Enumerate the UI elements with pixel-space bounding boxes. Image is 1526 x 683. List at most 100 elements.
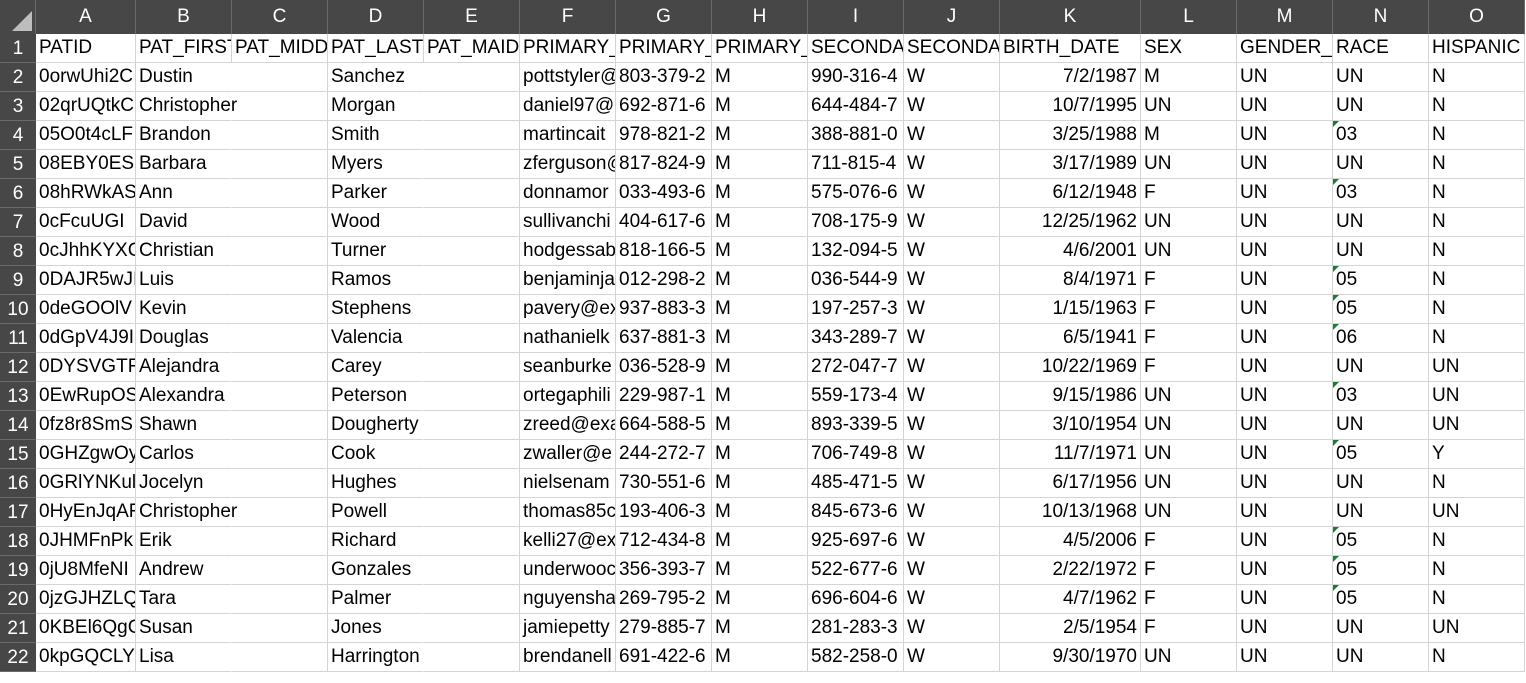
- cell-e19[interactable]: [424, 556, 520, 585]
- cell-e6[interactable]: [424, 179, 520, 208]
- cell-n4[interactable]: 03: [1333, 121, 1429, 150]
- cell-f11[interactable]: nathanielk: [520, 324, 616, 353]
- cell-j18[interactable]: W: [904, 527, 1000, 556]
- cell-k8[interactable]: 4/6/2001: [1000, 237, 1141, 266]
- cell-o15[interactable]: Y: [1429, 440, 1525, 469]
- column-header-c[interactable]: C: [232, 0, 328, 34]
- cell-e20[interactable]: [424, 585, 520, 614]
- cell-k14[interactable]: 3/10/1954: [1000, 411, 1141, 440]
- cell-l15[interactable]: UN: [1141, 440, 1237, 469]
- cell-e18[interactable]: [424, 527, 520, 556]
- cell-e14[interactable]: [424, 411, 520, 440]
- cell-h16[interactable]: M: [712, 469, 808, 498]
- row-header-20[interactable]: 20: [0, 585, 36, 614]
- cell-o7[interactable]: N: [1429, 208, 1525, 237]
- cell-i14[interactable]: 893-339-5: [808, 411, 904, 440]
- cell-m2[interactable]: UN: [1237, 63, 1333, 92]
- header-cell-k[interactable]: BIRTH_DATE: [1000, 34, 1141, 63]
- cell-l20[interactable]: F: [1141, 585, 1237, 614]
- cell-c8[interactable]: [232, 237, 328, 266]
- cell-f7[interactable]: sullivanchi: [520, 208, 616, 237]
- cell-l9[interactable]: F: [1141, 266, 1237, 295]
- cell-b22[interactable]: Lisa: [136, 643, 232, 672]
- cell-l8[interactable]: UN: [1141, 237, 1237, 266]
- cell-m9[interactable]: UN: [1237, 266, 1333, 295]
- cell-d20[interactable]: Palmer: [328, 585, 424, 614]
- cell-d22[interactable]: Harrington: [328, 643, 424, 672]
- header-cell-m[interactable]: GENDER_I: [1237, 34, 1333, 63]
- cell-g2[interactable]: 803-379-2: [616, 63, 712, 92]
- cell-m22[interactable]: UN: [1237, 643, 1333, 672]
- cell-f9[interactable]: benjaminja: [520, 266, 616, 295]
- column-header-d[interactable]: D: [328, 0, 424, 34]
- cell-n8[interactable]: UN: [1333, 237, 1429, 266]
- cell-c22[interactable]: [232, 643, 328, 672]
- cell-f4[interactable]: martincait: [520, 121, 616, 150]
- cell-k2[interactable]: 7/2/1987: [1000, 63, 1141, 92]
- cell-j7[interactable]: W: [904, 208, 1000, 237]
- select-all-corner[interactable]: [0, 0, 36, 34]
- cell-n3[interactable]: UN: [1333, 92, 1429, 121]
- cell-m13[interactable]: UN: [1237, 382, 1333, 411]
- cell-j19[interactable]: W: [904, 556, 1000, 585]
- cell-j6[interactable]: W: [904, 179, 1000, 208]
- cell-i19[interactable]: 522-677-6: [808, 556, 904, 585]
- cell-m7[interactable]: UN: [1237, 208, 1333, 237]
- cell-l16[interactable]: UN: [1141, 469, 1237, 498]
- cell-i20[interactable]: 696-604-6: [808, 585, 904, 614]
- cell-e16[interactable]: [424, 469, 520, 498]
- cell-i15[interactable]: 706-749-8: [808, 440, 904, 469]
- cell-b17[interactable]: Christopher: [136, 498, 237, 527]
- cell-k20[interactable]: 4/7/1962: [1000, 585, 1141, 614]
- cell-f8[interactable]: hodgessab: [520, 237, 616, 266]
- cell-f13[interactable]: ortegaphili: [520, 382, 616, 411]
- cell-h6[interactable]: M: [712, 179, 808, 208]
- cell-g7[interactable]: 404-617-6: [616, 208, 712, 237]
- header-cell-h[interactable]: PRIMARY_: [712, 34, 808, 63]
- header-cell-c[interactable]: PAT_MIDD: [232, 34, 328, 63]
- column-header-o[interactable]: O: [1429, 0, 1525, 34]
- cell-c5[interactable]: [232, 150, 328, 179]
- row-header-7[interactable]: 7: [0, 208, 36, 237]
- cell-k16[interactable]: 6/17/1956: [1000, 469, 1141, 498]
- row-header-17[interactable]: 17: [0, 498, 36, 527]
- row-header-11[interactable]: 11: [0, 324, 36, 353]
- cell-g16[interactable]: 730-551-6: [616, 469, 712, 498]
- column-header-a[interactable]: A: [36, 0, 136, 34]
- cell-l13[interactable]: UN: [1141, 382, 1237, 411]
- cell-c21[interactable]: [232, 614, 328, 643]
- row-header-8[interactable]: 8: [0, 237, 36, 266]
- row-header-10[interactable]: 10: [0, 295, 36, 324]
- column-header-h[interactable]: H: [712, 0, 808, 34]
- cell-h20[interactable]: M: [712, 585, 808, 614]
- cell-h14[interactable]: M: [712, 411, 808, 440]
- cell-f22[interactable]: brendanell: [520, 643, 616, 672]
- cell-g6[interactable]: 033-493-6: [616, 179, 712, 208]
- cell-j13[interactable]: W: [904, 382, 1000, 411]
- cell-k15[interactable]: 11/7/1971: [1000, 440, 1141, 469]
- cell-a11[interactable]: 0dGpV4J9I: [36, 324, 136, 353]
- cell-d13[interactable]: Peterson: [328, 382, 424, 411]
- row-header-5[interactable]: 5: [0, 150, 36, 179]
- cell-n18[interactable]: 05: [1333, 527, 1429, 556]
- cell-m18[interactable]: UN: [1237, 527, 1333, 556]
- cell-b4[interactable]: Brandon: [136, 121, 232, 150]
- cell-k7[interactable]: 12/25/1962: [1000, 208, 1141, 237]
- cell-n11[interactable]: 06: [1333, 324, 1429, 353]
- cell-c18[interactable]: [232, 527, 328, 556]
- cell-m16[interactable]: UN: [1237, 469, 1333, 498]
- column-header-b[interactable]: B: [136, 0, 232, 34]
- column-header-i[interactable]: I: [808, 0, 904, 34]
- column-header-l[interactable]: L: [1141, 0, 1237, 34]
- header-cell-o[interactable]: HISPANIC: [1429, 34, 1525, 63]
- cell-i22[interactable]: 582-258-0: [808, 643, 904, 672]
- cell-b12[interactable]: Alejandra: [136, 353, 232, 382]
- cell-i4[interactable]: 388-881-0: [808, 121, 904, 150]
- cell-a10[interactable]: 0deGOOlV: [36, 295, 136, 324]
- cell-f20[interactable]: nguyensha: [520, 585, 616, 614]
- cell-l11[interactable]: F: [1141, 324, 1237, 353]
- cell-h2[interactable]: M: [712, 63, 808, 92]
- cell-o12[interactable]: UN: [1429, 353, 1525, 382]
- cell-g8[interactable]: 818-166-5: [616, 237, 712, 266]
- cell-d12[interactable]: Carey: [328, 353, 424, 382]
